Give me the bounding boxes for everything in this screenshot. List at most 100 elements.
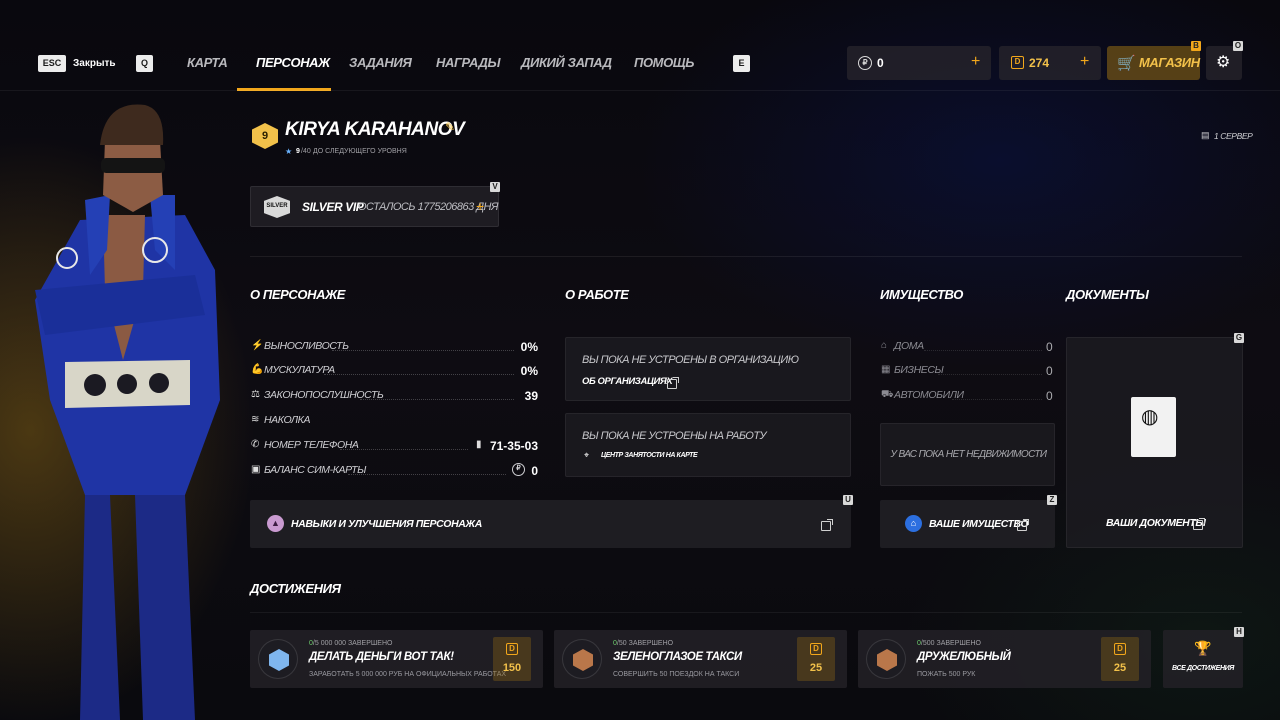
bronze-medal-icon xyxy=(562,639,602,679)
achievement-name: ДЕЛАТЬ ДЕНЬГИ ВОТ ТАК! xyxy=(309,651,454,663)
settings-button[interactable]: ⚙ xyxy=(1206,46,1242,80)
tab-map[interactable]: КАРТА xyxy=(187,55,228,70)
progress-current: 9 xyxy=(296,148,300,155)
achievement-description: ПОЖАТЬ 500 РУК xyxy=(917,671,976,678)
organization-status: ВЫ ПОКА НЕ УСТРОЕНЫ В ОРГАНИЗАЦИЮ xyxy=(582,354,799,366)
map-pin-icon: ⌖ xyxy=(584,450,590,460)
achievement-name: ДРУЖЕЛЮБНЫЙ xyxy=(917,651,1011,663)
dot-leader xyxy=(340,449,468,450)
achievement-description: СОВЕРШИТЬ 50 ПОЕЗДОК НА ТАКСИ xyxy=(613,671,740,678)
achievements-divider xyxy=(250,612,1242,613)
sim-balance-icon: ▣ xyxy=(251,464,261,475)
no-property-text: У ВАС ПОКА НЕТ НЕДВИЖИМОСТИ xyxy=(890,449,1048,460)
dot-leader xyxy=(332,350,514,351)
employment-center-link[interactable]: ЦЕНТР ЗАНЯТОСТИ НА КАРТЕ xyxy=(601,452,698,459)
achievement-card[interactable]: 0/500 ЗАВЕРШЕНО ДРУЖЕЛЮБНЫЙ ПОЖАТЬ 500 Р… xyxy=(858,630,1151,688)
section-divider xyxy=(250,256,1242,257)
dot-leader xyxy=(938,374,1042,375)
prev-tab-key-hint: Q xyxy=(136,55,153,72)
car-icon: ⛟ xyxy=(881,389,894,400)
stat-label-tattoo: НАКОЛКА xyxy=(264,414,311,426)
tab-character[interactable]: ПЕРСОНАЖ xyxy=(256,55,330,70)
external-link-icon xyxy=(667,375,679,393)
achievement-reward-value: 25 xyxy=(1113,662,1127,674)
bronze-medal-icon xyxy=(866,639,906,679)
vip-key-hint: V xyxy=(490,182,500,192)
gear-icon: ⚙ xyxy=(1216,54,1231,71)
add-currency-donate-button[interactable]: + xyxy=(1080,53,1089,71)
donate-coin-icon: D xyxy=(1114,643,1126,655)
ruble-coin-icon: ₽ xyxy=(858,56,872,70)
stat-value-sim-balance: 0 xyxy=(531,464,538,478)
achievement-card[interactable]: 0/50 ЗАВЕРШЕНО ЗЕЛЕНОГЛАЗОЕ ТАКСИ СОВЕРШ… xyxy=(554,630,847,688)
organization-panel: ВЫ ПОКА НЕ УСТРОЕНЫ В ОРГАНИЗАЦИЮ ОБ ОРГ… xyxy=(565,337,851,401)
dot-leader xyxy=(952,399,1042,400)
organizations-link[interactable]: ОБ ОРГАНИЗАЦИЯХ xyxy=(582,376,673,387)
stat-value-stamina: 0% xyxy=(520,340,538,354)
extend-vip-button[interactable]: + xyxy=(476,198,484,214)
achievement-card[interactable]: 0/5 000 000 ЗАВЕРШЕНО ДЕЛАТЬ ДЕНЬГИ ВОТ … xyxy=(250,630,543,688)
achievement-progress: 0/50 ЗАВЕРШЕНО xyxy=(613,640,674,647)
achievements-key-hint: H xyxy=(1234,627,1244,637)
tab-wild-west[interactable]: ДИКИЙ ЗАПАД xyxy=(521,55,612,70)
currency-main-panel: ₽ 0 + xyxy=(847,46,991,80)
property-value-cars: 0 xyxy=(1046,389,1053,403)
trophy-icon: 🏆 xyxy=(1194,640,1212,656)
vip-badge-icon: SILVER xyxy=(264,196,290,218)
house-icon: ⌂ xyxy=(881,340,888,351)
edit-name-button[interactable]: ✎ xyxy=(445,120,455,134)
tab-help[interactable]: ПОМОЩЬ xyxy=(634,55,694,70)
property-label-businesses: БИЗНЕСЫ xyxy=(894,364,944,376)
dot-leader xyxy=(348,474,506,475)
about-title: О ПЕРСОНАЖЕ xyxy=(250,287,346,302)
your-property-label: ВАШЕ ИМУЩЕСТВО xyxy=(929,518,1029,530)
achievement-name: ЗЕЛЕНОГЛАЗОЕ ТАКСИ xyxy=(613,651,742,663)
server-label: 1 СЕРВЕР xyxy=(1214,131,1253,141)
donate-coin-icon: D xyxy=(1011,56,1024,69)
vip-badge-text: SILVER xyxy=(266,203,288,209)
skills-icon: ▲ xyxy=(267,515,284,532)
tab-rewards[interactable]: НАГРАДЫ xyxy=(436,55,500,70)
tab-quests[interactable]: ЗАДАНИЯ xyxy=(349,55,412,70)
currency-donate-panel: D 274 + xyxy=(999,46,1101,80)
server-icon: ▤ xyxy=(1201,130,1210,140)
dot-leader xyxy=(324,374,514,375)
property-title: ИМУЩЕСТВО xyxy=(880,287,963,302)
property-key-hint: Z xyxy=(1047,495,1057,505)
external-link-icon xyxy=(1193,516,1205,534)
currency-main-value: 0 xyxy=(877,56,884,70)
stat-value-phone: 71-35-03 xyxy=(489,439,538,453)
vip-status-panel[interactable]: SILVER SILVER VIP ОСТАЛОСЬ 1775206863 ДН… xyxy=(250,186,499,227)
progress-total: /40 xyxy=(301,148,311,155)
external-link-icon xyxy=(1017,517,1029,535)
add-currency-main-button[interactable]: + xyxy=(971,53,980,71)
documents-title: ДОКУМЕНТЫ xyxy=(1066,287,1149,302)
shop-button[interactable]: 🛒 МАГАЗИН xyxy=(1107,46,1200,80)
close-button[interactable]: Закрыть xyxy=(73,58,116,69)
property-value-businesses: 0 xyxy=(1046,364,1053,378)
next-tab-key-hint: E xyxy=(733,55,750,72)
documents-button[interactable]: ◍ ВАШИ ДОКУМЕНТЫ xyxy=(1066,337,1243,548)
achievements-title: ДОСТИЖЕНИЯ xyxy=(250,581,341,596)
property-house-icon: ⌂ xyxy=(905,515,922,532)
achievement-description: ЗАРАБОТАТЬ 5 000 000 РУБ НА ОФИЦИАЛЬНЫХ … xyxy=(309,671,507,678)
achievement-reward: D 150 xyxy=(493,637,531,681)
skills-button[interactable]: ▲ НАВЫКИ И УЛУЧШЕНИЯ ПЕРСОНАЖА xyxy=(250,500,851,548)
job-status: ВЫ ПОКА НЕ УСТРОЕНЫ НА РАБОТУ xyxy=(582,430,767,442)
shop-key-hint: B xyxy=(1191,41,1201,51)
stat-value-muscles: 0% xyxy=(520,364,538,378)
globe-icon: ◍ xyxy=(1141,406,1159,428)
vip-label: SILVER VIP xyxy=(302,200,364,214)
muscle-icon: 💪 xyxy=(251,364,264,375)
work-title: О РАБОТЕ xyxy=(565,287,629,302)
currency-donate-value: 274 xyxy=(1029,56,1050,70)
achievement-reward-value: 25 xyxy=(809,662,823,674)
property-value-houses: 0 xyxy=(1046,340,1053,354)
all-achievements-button[interactable]: 🏆 ВСЕ ДОСТИЖЕНИЯ xyxy=(1163,630,1243,688)
skills-key-hint: U xyxy=(843,495,853,505)
your-property-button[interactable]: ⌂ ВАШЕ ИМУЩЕСТВО xyxy=(880,500,1055,548)
phone-icon: ✆ xyxy=(251,439,260,450)
achievement-reward: D 25 xyxy=(1101,637,1139,681)
law-icon: ⚖ xyxy=(251,389,260,400)
settings-key-hint: O xyxy=(1233,41,1243,51)
